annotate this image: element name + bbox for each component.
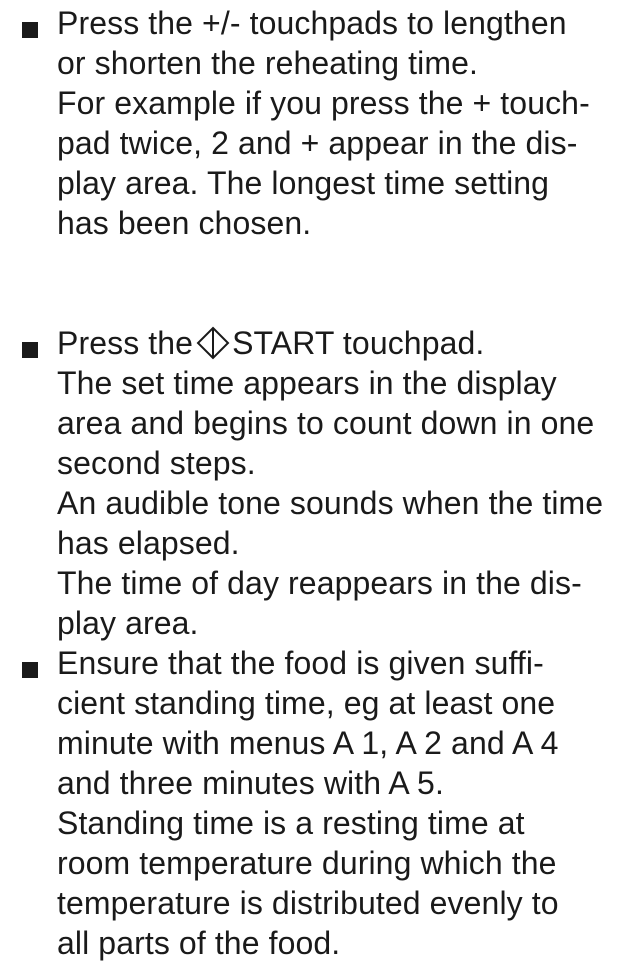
text-line: has elapsed. (57, 525, 240, 561)
text-line: The time of day reappears in the dis- (57, 565, 582, 601)
text-line: has been chosen. (57, 205, 312, 241)
text-fragment: START touchpad. (232, 325, 485, 361)
square-bullet-icon (22, 662, 38, 678)
text-line: minute with menus A 1, A 2 and A 4 (57, 725, 559, 761)
text-line: all parts of the food. (57, 925, 341, 961)
square-bullet-icon (22, 342, 38, 358)
text-line: area and begins to count down in one (57, 405, 595, 441)
instruction-text: Press the +/- touchpads to lengthen or s… (57, 3, 637, 243)
text-line: pad twice, 2 and + appear in the dis- (57, 125, 578, 161)
text-line: second steps. (57, 445, 256, 481)
text-line: and three minutes with A 5. (57, 765, 444, 801)
instruction-page: Press the +/- touchpads to lengthen or s… (0, 0, 641, 971)
instruction-text: Ensure that the food is given suffi- cie… (57, 643, 637, 963)
text-fragment: Press the (57, 325, 194, 361)
text-line: cient standing time, eg at least one (57, 685, 556, 721)
text-line: Standing time is a resting time at (57, 805, 525, 841)
text-line: Press the START touchpad. (57, 323, 637, 363)
text-line: An audible tone sounds when the time (57, 485, 604, 521)
instruction-text: Press the START touchpad. The set time ap… (57, 323, 637, 643)
text-line: room temperature during which the (57, 845, 557, 881)
text-line: play area. (57, 605, 199, 641)
text-line: Ensure that the food is given suffi- (57, 645, 544, 681)
text-line: The set time appears in the display (57, 365, 557, 401)
text-line: temperature is distributed evenly to (57, 885, 559, 921)
square-bullet-icon (22, 22, 38, 38)
text-line: or shorten the reheating time. (57, 45, 479, 81)
start-icon (196, 326, 230, 360)
text-line: For example if you press the + touch- (57, 85, 590, 121)
text-line: Press the +/- touchpads to lengthen (57, 5, 567, 41)
text-line: play area. The longest time setting (57, 165, 550, 201)
